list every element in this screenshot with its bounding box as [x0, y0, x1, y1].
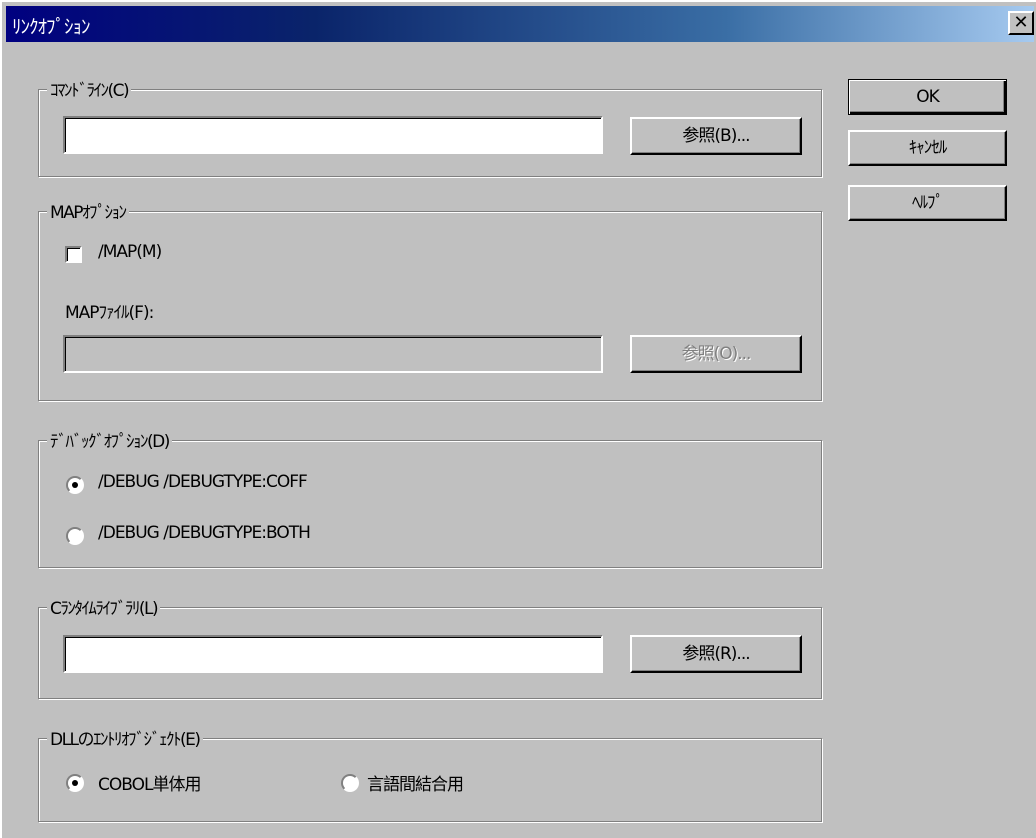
map-file-browse-button[interactable]: 参照(O)...: [630, 335, 802, 373]
debug-coff-radio[interactable]: [66, 476, 84, 494]
debug-options-group: ﾃﾞﾊﾞｯｸﾞｵﾌﾟｼｮﾝ(D): [38, 427, 822, 568]
debug-both-radio[interactable]: [66, 527, 84, 545]
command-line-input[interactable]: [63, 116, 603, 154]
map-checkbox-label: /MAP(M): [98, 242, 162, 262]
radio-selected-dot: [72, 780, 78, 786]
window-title: ﾘﾝｸｵﾌﾟｼｮﾝ: [12, 16, 91, 38]
cobol-single-radio[interactable]: [66, 774, 84, 792]
ok-button-label: OK: [916, 87, 940, 107]
dll-entry-group-label: DLLのｴﾝﾄﾘｵﾌﾞｼﾞｪｸﾄ(E): [47, 725, 203, 750]
command-line-browse-label: 参照(B)...: [682, 126, 750, 146]
command-line-browse-button[interactable]: 参照(B)...: [630, 117, 802, 155]
map-file-browse-label: 参照(O)...: [681, 344, 752, 364]
close-icon[interactable]: ✕: [1008, 11, 1034, 35]
map-file-label: MAPﾌｧｲﾙ(F):: [65, 303, 154, 323]
ok-button[interactable]: OK: [848, 79, 1007, 115]
map-file-input[interactable]: [63, 335, 603, 373]
c-runtime-browse-button[interactable]: 参照(R)...: [630, 635, 802, 673]
cobol-single-label: COBOL単体用: [98, 775, 201, 795]
debug-both-label: /DEBUG /DEBUGTYPE:BOTH: [98, 523, 311, 543]
c-runtime-browse-label: 参照(R)...: [682, 644, 750, 664]
radio-selected-dot: [72, 482, 78, 488]
link-options-dialog: ﾘﾝｸｵﾌﾟｼｮﾝ ✕ OK ｷｬﾝｾﾙ ﾍﾙﾌﾟ ｺﾏﾝﾄﾞﾗｲﾝ(C) 参照…: [0, 0, 1036, 838]
map-options-group-label: MAPｵﾌﾟｼｮﾝ: [47, 198, 129, 223]
command-line-group-label: ｺﾏﾝﾄﾞﾗｲﾝ(C): [47, 76, 132, 101]
debug-options-group-label: ﾃﾞﾊﾞｯｸﾞｵﾌﾟｼｮﾝ(D): [47, 427, 172, 452]
c-runtime-group-label: Cﾗﾝﾀｲﾑﾗｲﾌﾞﾗﾘ(L): [47, 594, 161, 619]
help-button-label: ﾍﾙﾌﾟ: [912, 193, 944, 213]
cancel-button-label: ｷｬﾝｾﾙ: [908, 138, 947, 158]
inter-language-radio[interactable]: [341, 774, 359, 792]
cancel-button[interactable]: ｷｬﾝｾﾙ: [848, 130, 1007, 166]
help-button[interactable]: ﾍﾙﾌﾟ: [848, 185, 1007, 221]
inter-language-label: 言語間結合用: [367, 775, 464, 795]
map-checkbox[interactable]: [65, 246, 82, 263]
debug-coff-label: /DEBUG /DEBUGTYPE:COFF: [98, 472, 308, 492]
c-runtime-input[interactable]: [63, 635, 603, 673]
title-bar: ﾘﾝｸｵﾌﾟｼｮﾝ ✕: [6, 6, 1034, 42]
